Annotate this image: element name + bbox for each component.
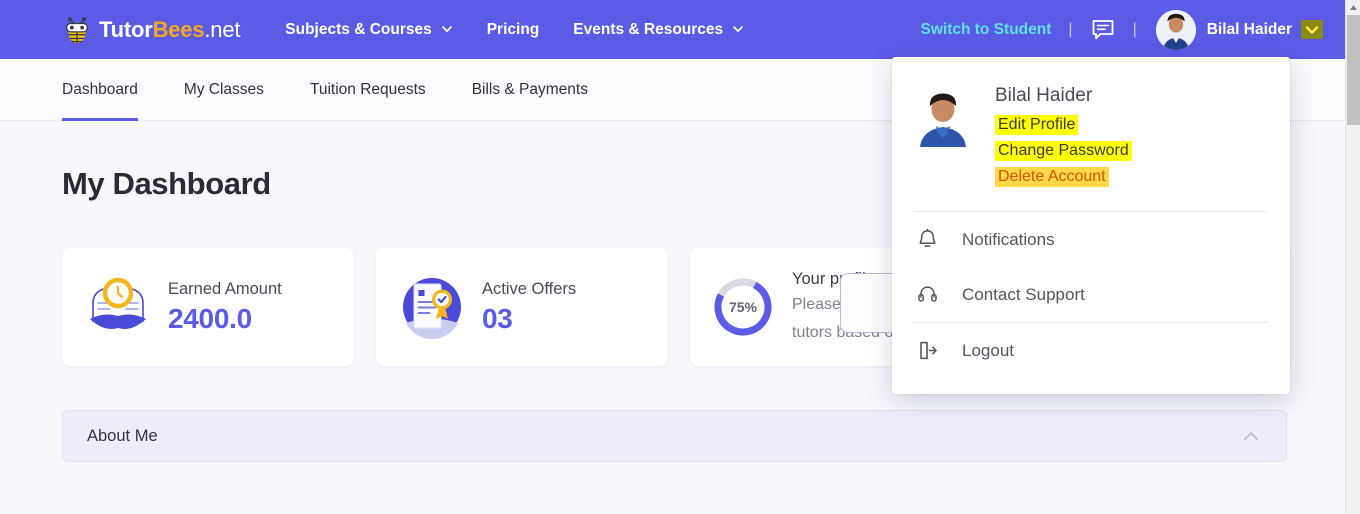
header-right-cluster: Switch to Student | | Bilal Haider xyxy=(921,9,1345,50)
bell-icon xyxy=(914,226,941,253)
change-password-link[interactable]: Change Password xyxy=(995,141,1132,161)
tab-bills-payments[interactable]: Bills & Payments xyxy=(472,59,588,121)
logout-icon xyxy=(914,337,941,364)
stat-card-text: Active Offers 03 xyxy=(482,280,576,335)
dropdown-item-label: Contact Support xyxy=(962,284,1085,304)
scroll-up-button[interactable] xyxy=(1346,0,1360,15)
divider: | xyxy=(1068,20,1073,38)
headset-icon xyxy=(914,281,941,308)
dropdown-item-contact-support[interactable]: Contact Support xyxy=(892,267,1290,322)
nav-label: Events & Resources xyxy=(573,20,724,38)
primary-navigation: Subjects & Courses Pricing Events & Reso… xyxy=(268,21,761,39)
user-name-label: Bilal Haider xyxy=(1206,20,1292,38)
nav-label: Subjects & Courses xyxy=(285,20,432,38)
user-menu-toggle[interactable] xyxy=(1301,20,1323,39)
stat-card-text: Earned Amount 2400.0 xyxy=(168,280,282,335)
tab-dashboard[interactable]: Dashboard xyxy=(62,59,138,121)
document-award-icon xyxy=(403,278,461,340)
dropdown-item-label: Notifications xyxy=(962,229,1055,249)
tab-label: Tuition Requests xyxy=(309,81,426,98)
dropdown-item-notifications[interactable]: Notifications xyxy=(892,212,1290,267)
stat-value: 03 xyxy=(482,302,513,334)
tab-label: Bills & Payments xyxy=(471,81,588,98)
avatar[interactable] xyxy=(1155,9,1196,50)
brand-part3: .net xyxy=(204,16,241,42)
dropdown-user-name: Bilal Haider xyxy=(995,85,1093,106)
chevron-down-icon xyxy=(733,25,744,32)
scroll-up-arrow-icon xyxy=(1350,5,1357,10)
user-account-dropdown: Bilal Haider Edit Profile Change Passwor… xyxy=(892,57,1290,394)
dropdown-profile-block: Bilal Haider Edit Profile Change Passwor… xyxy=(892,57,1290,193)
switch-to-student-link[interactable]: Switch to Student xyxy=(921,21,1052,39)
edit-profile-link[interactable]: Edit Profile xyxy=(995,115,1079,135)
tab-label: Dashboard xyxy=(62,81,138,98)
nav-item-pricing[interactable]: Pricing xyxy=(470,21,557,39)
dropdown-item-label: Logout xyxy=(962,340,1014,360)
stat-label: Earned Amount xyxy=(168,279,282,298)
tab-label: My Classes xyxy=(183,81,264,98)
dropdown-profile-info: Bilal Haider Edit Profile Change Passwor… xyxy=(995,85,1132,193)
tab-my-classes[interactable]: My Classes xyxy=(184,59,264,121)
chat-bubble-icon[interactable] xyxy=(1090,17,1116,43)
progress-percent-label: 75% xyxy=(728,299,758,315)
tab-tuition-requests[interactable]: Tuition Requests xyxy=(310,59,426,121)
scrollbar-thumb[interactable] xyxy=(1347,15,1360,125)
nav-label: Pricing xyxy=(486,20,540,38)
nav-item-subjects-courses[interactable]: Subjects & Courses xyxy=(268,21,469,39)
dropdown-item-logout[interactable]: Logout xyxy=(892,323,1290,378)
stat-label: Active Offers xyxy=(482,279,577,298)
site-header: TutorBees.net Subjects & Courses Pricing… xyxy=(0,0,1345,59)
chevron-down-icon xyxy=(1305,25,1319,34)
brand-part1: Tutor xyxy=(99,16,153,42)
nav-item-events-resources[interactable]: Events & Resources xyxy=(556,21,761,39)
avatar xyxy=(912,85,974,147)
about-me-section-header[interactable]: About Me xyxy=(62,410,1287,462)
vertical-scrollbar[interactable] xyxy=(1345,0,1360,514)
brand-wordmark: TutorBees.net xyxy=(99,17,240,43)
book-clock-icon xyxy=(87,276,149,338)
chevron-down-icon xyxy=(441,25,452,32)
about-me-title: About Me xyxy=(87,426,158,445)
delete-account-link[interactable]: Delete Account xyxy=(995,167,1109,187)
bee-logo-icon xyxy=(66,16,88,43)
avatar-image xyxy=(1155,9,1196,50)
brand-logo[interactable]: TutorBees.net xyxy=(62,15,240,45)
profile-progress-ring: 75% xyxy=(712,276,774,338)
stat-value: 2400.0 xyxy=(168,302,252,334)
page-content: TutorBees.net Subjects & Courses Pricing… xyxy=(0,0,1345,514)
divider: | xyxy=(1132,20,1137,38)
brand-part2: Bees xyxy=(152,16,205,42)
browser-viewport: TutorBees.net Subjects & Courses Pricing… xyxy=(0,0,1360,514)
chevron-up-icon[interactable] xyxy=(1240,425,1262,447)
stat-card-active-offers: Active Offers 03 xyxy=(376,248,668,366)
stat-card-earned-amount: Earned Amount 2400.0 xyxy=(62,248,354,366)
avatar-image xyxy=(912,85,974,147)
